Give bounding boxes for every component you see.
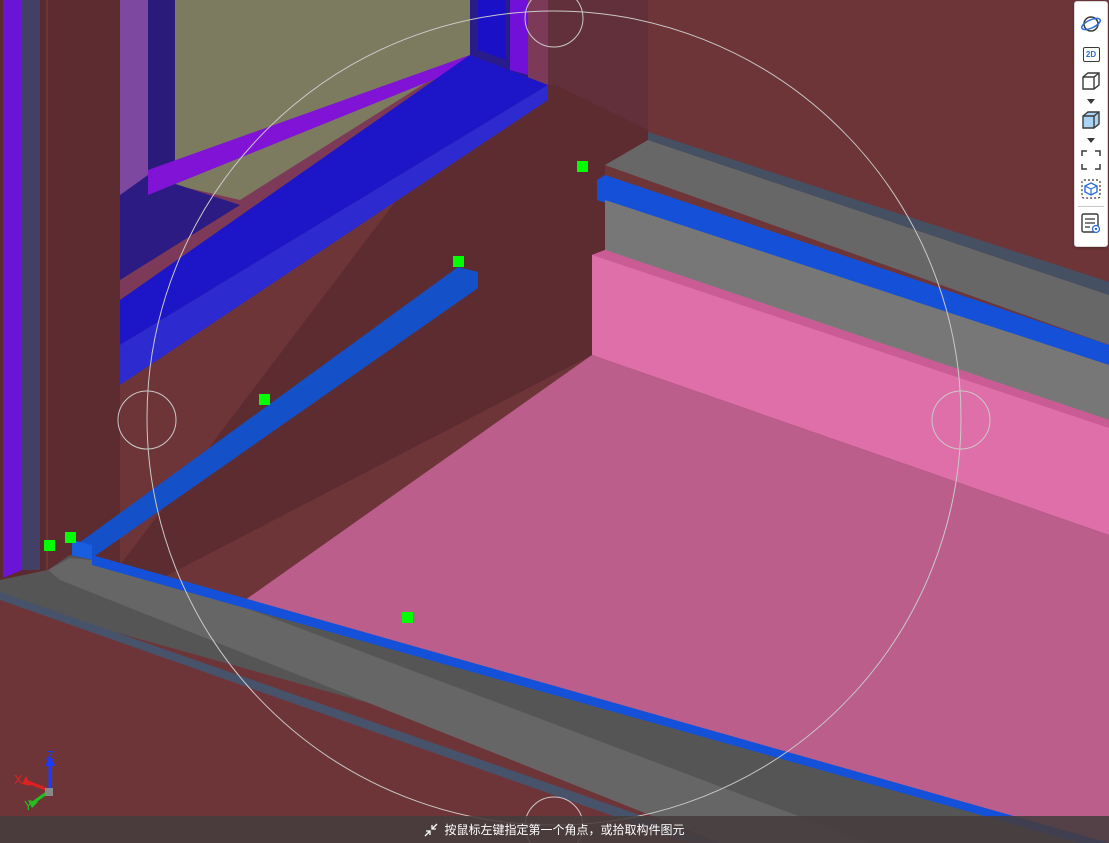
view-shaded-dropdown[interactable]	[1087, 137, 1095, 143]
orbit-button[interactable]	[1079, 12, 1103, 36]
toolbar-divider	[1078, 206, 1104, 207]
property-viewer-button[interactable]	[1079, 211, 1103, 235]
grip-point[interactable]	[402, 612, 413, 623]
grip-point[interactable]	[259, 394, 270, 405]
grip-point[interactable]	[453, 256, 464, 267]
3d-viewport[interactable]	[0, 0, 1109, 843]
collapse-arrows-icon[interactable]	[424, 823, 438, 837]
command-prompt-text: 按鼠标左键指定第一个角点，或拾取构件图元	[444, 823, 685, 837]
axis-gizmo: Z X Y	[12, 748, 62, 816]
command-prompt-bar: 按鼠标左键指定第一个角点，或拾取构件图元	[0, 816, 1109, 843]
property-list-icon	[1081, 213, 1101, 234]
wall-pier-left	[48, 0, 120, 570]
view-toolbar: 2D	[1074, 1, 1108, 247]
caret-down-icon	[1087, 137, 1095, 143]
box-outline-icon	[1082, 72, 1100, 90]
2d-view-icon: 2D	[1082, 46, 1100, 62]
model-scene[interactable]	[0, 0, 1109, 843]
window-mullion-face	[478, 0, 506, 60]
window-frame-inner	[148, 0, 175, 180]
axis-x-label: X	[14, 772, 23, 787]
component-cube-icon	[1081, 179, 1101, 199]
component-view-button[interactable]	[1079, 177, 1103, 201]
grip-point[interactable]	[577, 161, 588, 172]
grip-point[interactable]	[65, 532, 76, 543]
window-frame-side	[120, 0, 148, 195]
axis-y-label: Y	[24, 798, 33, 813]
view-3d-wireframe-button[interactable]	[1079, 69, 1103, 93]
view-3d-shaded-button[interactable]	[1079, 108, 1103, 132]
view-3d-dropdown[interactable]	[1087, 98, 1095, 104]
left-jamb-face	[22, 0, 40, 570]
grip-point[interactable]	[44, 540, 55, 551]
orbit-icon	[1081, 16, 1101, 32]
axis-z-label: Z	[46, 748, 54, 763]
view-2d-button[interactable]: 2D	[1079, 42, 1103, 66]
caret-down-icon	[1087, 98, 1095, 104]
zoom-extents-button[interactable]	[1079, 148, 1103, 172]
fit-frame-icon	[1081, 150, 1101, 170]
left-window-jamb	[3, 0, 22, 578]
box-shaded-icon	[1082, 111, 1100, 129]
